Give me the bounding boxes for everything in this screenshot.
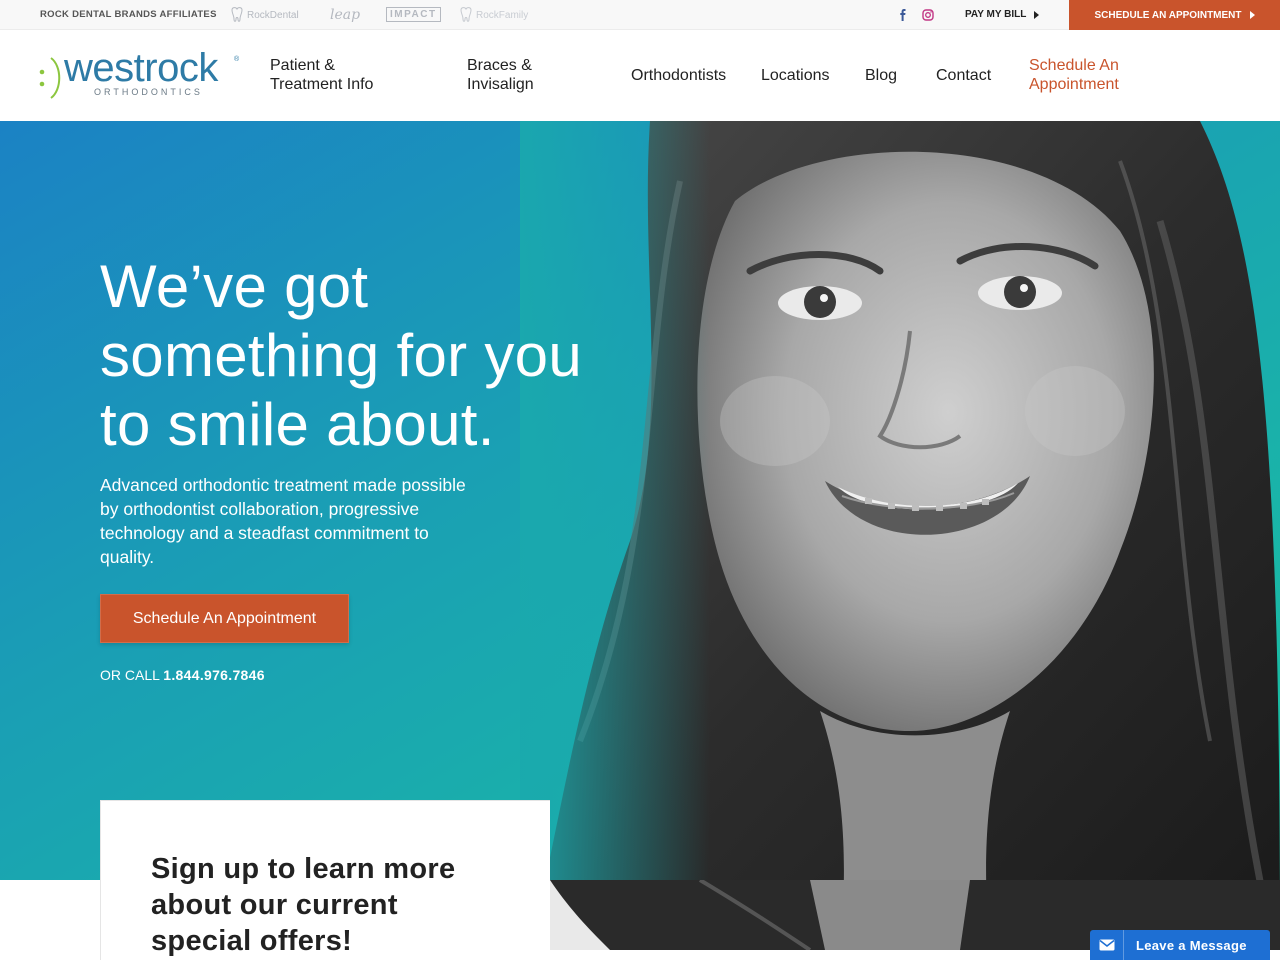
leave-message-button[interactable]: Leave a Message	[1090, 930, 1270, 960]
call-prefix: OR CALL	[100, 667, 160, 683]
leap-logo[interactable]: leap	[330, 7, 360, 23]
nav-schedule-line2: Appointment	[1029, 76, 1119, 93]
caret-right-icon	[1249, 11, 1255, 19]
pay-bill-label: PAY MY BILL	[965, 9, 1027, 20]
rockdental-logo[interactable]: RockDental	[230, 7, 299, 23]
special-offers-card: Sign up to learn more about our current …	[100, 800, 550, 960]
hero-heading-line1: We’ve got	[100, 253, 369, 320]
hero-section: We’ve got something for you to smile abo…	[0, 121, 1280, 880]
nav-schedule-appointment[interactable]: Schedule An Appointment	[1029, 56, 1119, 94]
rockfamily-logo-text: RockFamily	[476, 9, 529, 21]
hero-heading-line3: to smile about.	[100, 391, 495, 458]
site-header: westrock ® ORTHODONTICS Patient & Treatm…	[0, 30, 1280, 121]
nav-patient-line1: Patient &	[270, 57, 335, 74]
phone-link[interactable]: 1.844.976.7846	[163, 667, 265, 683]
pay-bill-link[interactable]: PAY MY BILL	[965, 9, 1040, 20]
impact-logo-text: IMPACT	[390, 9, 437, 20]
nav-schedule-line1: Schedule An	[1029, 57, 1119, 74]
hero-text-line1: Advanced orthodontic treatment made poss…	[100, 475, 466, 495]
nav-braces-line1: Braces &	[467, 57, 532, 74]
signup-line2: about our current	[151, 889, 398, 921]
nav-patient-treatment-info[interactable]: Patient & Treatment Info	[270, 56, 373, 94]
nav-contact[interactable]: Contact	[936, 66, 991, 85]
logo-wordmark: westrock	[64, 46, 218, 90]
hero-text-line4: quality.	[100, 547, 155, 567]
leave-message-label: Leave a Message	[1136, 937, 1247, 953]
hero-call-line: OR CALL 1.844.976.7846	[100, 667, 265, 683]
schedule-top-label: SCHEDULE AN APPOINTMENT	[1094, 9, 1242, 21]
rockdental-logo-text: RockDental	[247, 9, 299, 21]
facebook-icon[interactable]	[896, 8, 910, 22]
nav-braces-invisalign[interactable]: Braces & Invisalign	[467, 56, 534, 94]
caret-right-icon	[1034, 10, 1040, 19]
envelope-icon	[1090, 930, 1124, 960]
instagram-icon[interactable]	[921, 8, 935, 22]
hero-text-line2: by orthodontist collaboration, progressi…	[100, 499, 420, 519]
nav-blog[interactable]: Blog	[865, 66, 897, 85]
hero-heading: We’ve got something for you to smile abo…	[100, 252, 660, 459]
schedule-top-button[interactable]: SCHEDULE AN APPOINTMENT	[1069, 0, 1280, 30]
impact-logo[interactable]: IMPACT	[386, 7, 441, 22]
nav-braces-line2: Invisalign	[467, 76, 534, 93]
hero-heading-line2: something for you	[100, 322, 583, 389]
signup-line3: special offers!	[151, 925, 353, 957]
special-offers-heading: Sign up to learn more about our current …	[151, 851, 511, 959]
tooth-icon	[460, 7, 472, 22]
leap-logo-text: leap	[330, 7, 361, 23]
nav-locations[interactable]: Locations	[761, 66, 830, 85]
hero-photo-girl-smiling	[520, 121, 1280, 880]
logo-subtitle: ORTHODONTICS	[94, 87, 203, 97]
smile-mark-icon	[39, 57, 61, 99]
westrock-logo[interactable]: westrock ® ORTHODONTICS	[38, 46, 248, 106]
tooth-icon	[231, 7, 243, 22]
hero-description: Advanced orthodontic treatment made poss…	[100, 473, 520, 569]
hero-text-line3: technology and a steadfast commitment to	[100, 523, 429, 543]
hero-schedule-button[interactable]: Schedule An Appointment	[100, 594, 349, 643]
nav-orthodontists[interactable]: Orthodontists	[631, 66, 726, 85]
rockfamily-logo[interactable]: RockFamily	[459, 7, 528, 23]
nav-patient-line2: Treatment Info	[270, 76, 374, 93]
affiliates-label: ROCK DENTAL BRANDS AFFILIATES	[40, 9, 217, 20]
affiliates-bar: ROCK DENTAL BRANDS AFFILIATES RockDental…	[0, 0, 1280, 30]
registered-mark: ®	[234, 56, 240, 63]
signup-line1: Sign up to learn more	[151, 853, 456, 885]
